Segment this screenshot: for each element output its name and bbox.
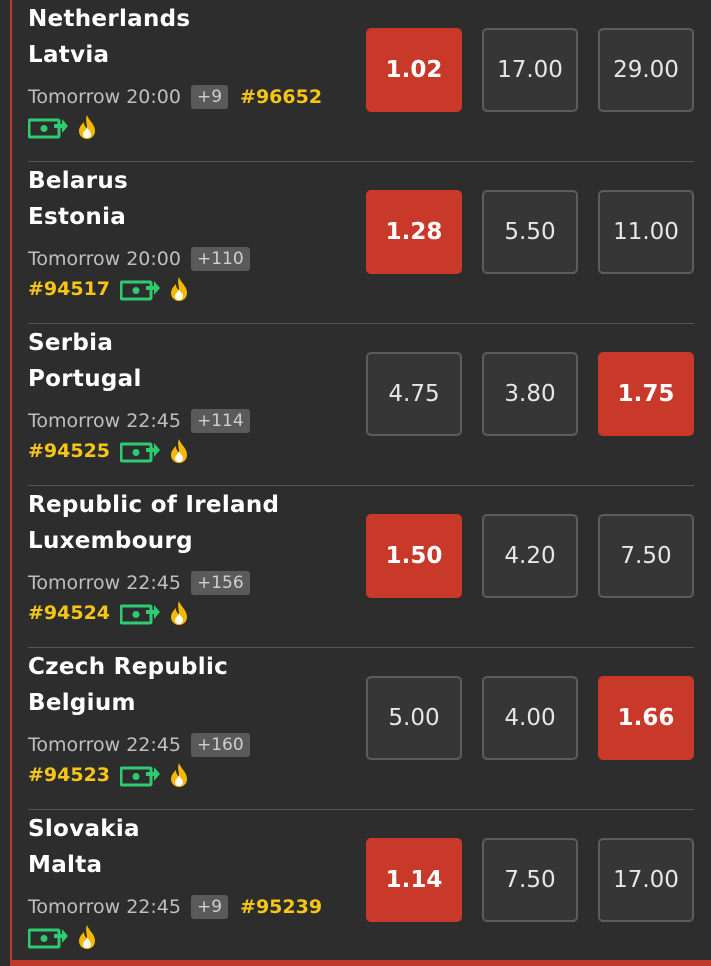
away-team: Malta — [28, 852, 103, 878]
more-markets-badge[interactable]: +156 — [190, 571, 250, 595]
away-team: Portugal — [28, 366, 142, 392]
odd-home[interactable]: 1.14 — [366, 838, 462, 922]
match-code: #94525 — [28, 440, 111, 462]
odd-away[interactable]: 7.50 — [598, 514, 694, 598]
match-row[interactable]: Belarus Estonia Tomorrow 20:00 +110 #945… — [28, 162, 694, 324]
match-time: Tomorrow 20:00 — [28, 86, 181, 108]
away-team: Luxembourg — [28, 528, 193, 554]
cash-out-icon — [120, 280, 161, 301]
more-markets-badge[interactable]: +9 — [190, 85, 229, 109]
away-team: Estonia — [28, 204, 127, 230]
match-code: #96652 — [240, 86, 323, 108]
match-meta: Tomorrow 20:00 +9 #96652 — [28, 82, 358, 152]
match-row[interactable]: Czech Republic Belgium Tomorrow 22:45 +1… — [28, 648, 694, 810]
match-code: #95239 — [240, 896, 323, 918]
match-meta: Tomorrow 22:45 +156 #94524 — [28, 568, 358, 638]
more-markets-badge[interactable]: +110 — [190, 247, 250, 271]
more-markets-badge[interactable]: +114 — [190, 409, 250, 433]
odd-home[interactable]: 4.75 — [366, 352, 462, 436]
away-team: Latvia — [28, 42, 110, 68]
odd-draw[interactable]: 7.50 — [482, 838, 578, 922]
odd-draw[interactable]: 4.20 — [482, 514, 578, 598]
match-meta: Tomorrow 22:45 +9 #95239 — [28, 892, 358, 962]
match-row[interactable]: Republic of Ireland Luxembourg Tomorrow … — [28, 486, 694, 648]
home-team: Slovakia — [28, 816, 140, 842]
odd-away[interactable]: 17.00 — [598, 838, 694, 922]
home-team: Republic of Ireland — [28, 492, 280, 518]
fire-icon — [171, 277, 188, 301]
odd-away[interactable]: 29.00 — [598, 28, 694, 112]
cash-out-icon — [120, 442, 161, 463]
fire-icon — [79, 115, 95, 139]
more-markets-badge[interactable]: +9 — [190, 895, 229, 919]
match-row[interactable]: Slovakia Malta Tomorrow 22:45 +9 #95239 — [28, 810, 694, 966]
fire-icon — [79, 925, 95, 949]
match-code: #94523 — [28, 764, 111, 786]
odd-home[interactable]: 1.28 — [366, 190, 462, 274]
fire-icon — [171, 601, 188, 625]
odd-draw[interactable]: 4.00 — [482, 676, 578, 760]
more-markets-badge[interactable]: +160 — [190, 733, 250, 757]
odd-away[interactable]: 1.66 — [598, 676, 694, 760]
cash-out-icon — [28, 928, 68, 949]
match-list: Netherlands Latvia Tomorrow 20:00 +9 #96… — [10, 0, 711, 966]
cash-out-icon — [120, 604, 161, 625]
odd-home[interactable]: 1.02 — [366, 28, 462, 112]
odd-away[interactable]: 1.75 — [598, 352, 694, 436]
match-time: Tomorrow 20:00 — [28, 248, 181, 270]
match-meta: Tomorrow 20:00 +110 #94517 — [28, 244, 358, 314]
match-row[interactable]: Serbia Portugal Tomorrow 22:45 +114 #945… — [28, 324, 694, 486]
fire-icon — [171, 763, 188, 787]
match-code: #94524 — [28, 602, 111, 624]
match-code: #94517 — [28, 278, 111, 300]
odd-away[interactable]: 11.00 — [598, 190, 694, 274]
match-row[interactable]: Netherlands Latvia Tomorrow 20:00 +9 #96… — [28, 0, 694, 162]
fire-icon — [171, 439, 188, 463]
odd-draw[interactable]: 3.80 — [482, 352, 578, 436]
odd-draw[interactable]: 17.00 — [482, 28, 578, 112]
match-time: Tomorrow 22:45 — [28, 896, 181, 918]
match-time: Tomorrow 22:45 — [28, 410, 181, 432]
odd-home[interactable]: 1.50 — [366, 514, 462, 598]
odd-draw[interactable]: 5.50 — [482, 190, 578, 274]
odd-home[interactable]: 5.00 — [366, 676, 462, 760]
away-team: Belgium — [28, 690, 136, 716]
match-meta: Tomorrow 22:45 +160 #94523 — [28, 730, 358, 800]
home-team: Czech Republic — [28, 654, 229, 680]
match-meta: Tomorrow 22:45 +114 #94525 — [28, 406, 358, 476]
cash-out-icon — [120, 766, 161, 787]
home-team: Netherlands — [28, 6, 191, 32]
home-team: Belarus — [28, 168, 129, 194]
match-time: Tomorrow 22:45 — [28, 572, 181, 594]
match-time: Tomorrow 22:45 — [28, 734, 181, 756]
home-team: Serbia — [28, 330, 114, 356]
cash-out-icon — [28, 118, 68, 139]
